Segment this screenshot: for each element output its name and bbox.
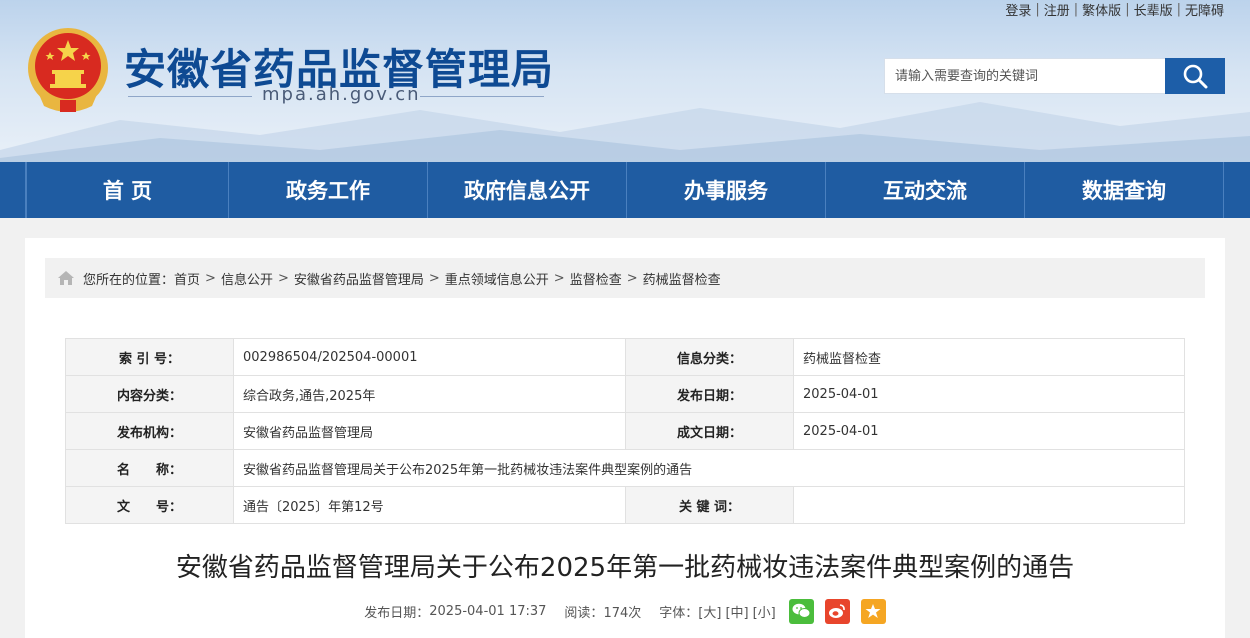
search-button[interactable] bbox=[1165, 58, 1225, 94]
created-date-value: 2025-04-01 bbox=[793, 412, 1185, 450]
keywords-value bbox=[793, 486, 1185, 524]
category-value: 药械监督检查 bbox=[793, 338, 1185, 376]
breadcrumb-supervision[interactable]: 监督检查 bbox=[570, 269, 622, 288]
nav-government-affairs[interactable]: 政务工作 bbox=[228, 162, 427, 218]
font-small-button[interactable]: [小] bbox=[753, 602, 776, 621]
name-value: 安徽省药品监督管理局关于公布2025年第一批药械妆违法案件典型案例的通告 bbox=[233, 449, 1185, 487]
nav-home[interactable]: 首 页 bbox=[26, 162, 228, 218]
register-link[interactable]: 注册 bbox=[1044, 0, 1070, 19]
weibo-icon bbox=[829, 604, 846, 618]
breadcrumb-drug-device-inspection[interactable]: 药械监督检查 bbox=[643, 269, 721, 288]
accessibility-link[interactable]: 无障碍 bbox=[1185, 0, 1224, 19]
doc-no-value: 通告〔2025〕年第12号 bbox=[233, 486, 626, 524]
doc-no-label: 文 号： bbox=[65, 486, 234, 524]
table-row: 名 称： 安徽省药品监督管理局关于公布2025年第一批药械妆违法案件典型案例的通… bbox=[65, 449, 1185, 487]
font-large-button[interactable]: [大] bbox=[698, 602, 721, 621]
breadcrumb-key-areas[interactable]: 重点领域信息公开 bbox=[445, 269, 549, 288]
document-meta-table: 索 引 号： 002986504/202504-00001 信息分类： 药械监督… bbox=[65, 338, 1185, 524]
favorite-button[interactable] bbox=[860, 598, 886, 624]
article-meta: 发布日期： 2025-04-01 17:37 阅读： 174次 字体： [大] … bbox=[25, 598, 1225, 624]
publish-date-label: 发布日期： bbox=[625, 375, 794, 413]
keywords-label: 关 键 词： bbox=[625, 486, 794, 524]
weibo-share-button[interactable] bbox=[824, 598, 850, 624]
search-bar bbox=[884, 58, 1225, 94]
elderly-version-link[interactable]: 长辈版 bbox=[1134, 0, 1173, 19]
font-medium-button[interactable]: [中] bbox=[725, 602, 748, 621]
nav-services[interactable]: 办事服务 bbox=[626, 162, 825, 218]
site-domain: mpa.ah.gov.cn bbox=[262, 84, 421, 105]
org-value: 安徽省药品监督管理局 bbox=[233, 412, 626, 450]
login-link[interactable]: 登录 bbox=[1005, 0, 1031, 19]
content-type-label: 内容分类： bbox=[65, 375, 234, 413]
table-row: 索 引 号： 002986504/202504-00001 信息分类： 药械监督… bbox=[65, 338, 1185, 376]
nav-data-query[interactable]: 数据查询 bbox=[1024, 162, 1224, 218]
national-emblem-icon bbox=[28, 28, 108, 112]
views-count: 174次 bbox=[603, 605, 642, 621]
search-input[interactable] bbox=[884, 58, 1165, 94]
publish-datetime: 2025-04-01 17:37 bbox=[429, 603, 547, 619]
created-date-label: 成文日期： bbox=[625, 412, 794, 450]
name-label: 名 称： bbox=[65, 449, 234, 487]
font-size-label: 字体： bbox=[659, 605, 699, 621]
breadcrumb-agency[interactable]: 安徽省药品监督管理局 bbox=[294, 269, 424, 288]
views-label: 阅读： bbox=[564, 605, 604, 621]
nav-interaction[interactable]: 互动交流 bbox=[825, 162, 1024, 218]
breadcrumb-prefix: 您所在的位置： bbox=[83, 272, 175, 288]
article-title: 安徽省药品监督管理局关于公布2025年第一批药械妆违法案件典型案例的通告 bbox=[175, 553, 1075, 583]
table-row: 发布机构： 安徽省药品监督管理局 成文日期： 2025-04-01 bbox=[65, 412, 1185, 450]
wechat-share-button[interactable] bbox=[788, 598, 814, 624]
top-links: 登录 | 注册 | 繁体版 | 长辈版 | 无障碍 bbox=[1005, 0, 1224, 19]
table-row: 内容分类： 综合政务,通告,2025年 发布日期： 2025-04-01 bbox=[65, 375, 1185, 413]
publish-date-value: 2025-04-01 bbox=[793, 375, 1185, 413]
breadcrumb-home[interactable]: 首页 bbox=[174, 269, 200, 288]
breadcrumb: 您所在的位置： 首页 > 信息公开 > 安徽省药品监督管理局 > 重点领域信息公… bbox=[45, 258, 1205, 298]
content-type-value: 综合政务,通告,2025年 bbox=[233, 375, 626, 413]
star-icon bbox=[865, 604, 881, 618]
traditional-chinese-link[interactable]: 繁体版 bbox=[1082, 0, 1121, 19]
publish-label: 发布日期： bbox=[364, 605, 430, 621]
search-icon bbox=[1183, 64, 1208, 89]
site-header: 登录 | 注册 | 繁体版 | 长辈版 | 无障碍 安徽省药品监督管理局 mpa… bbox=[0, 0, 1250, 162]
main-nav: 首 页 政务工作 政府信息公开 办事服务 互动交流 数据查询 bbox=[0, 162, 1250, 218]
org-label: 发布机构： bbox=[65, 412, 234, 450]
table-row: 文 号： 通告〔2025〕年第12号 关 键 词： bbox=[65, 486, 1185, 524]
index-label: 索 引 号： bbox=[65, 338, 234, 376]
content-card: 您所在的位置： 首页 > 信息公开 > 安徽省药品监督管理局 > 重点领域信息公… bbox=[25, 238, 1225, 638]
index-value: 002986504/202504-00001 bbox=[233, 338, 626, 376]
wechat-icon bbox=[792, 603, 811, 618]
breadcrumb-info-disclosure[interactable]: 信息公开 bbox=[221, 269, 273, 288]
category-label: 信息分类： bbox=[625, 338, 794, 376]
home-icon bbox=[58, 271, 74, 285]
nav-info-disclosure[interactable]: 政府信息公开 bbox=[427, 162, 626, 218]
